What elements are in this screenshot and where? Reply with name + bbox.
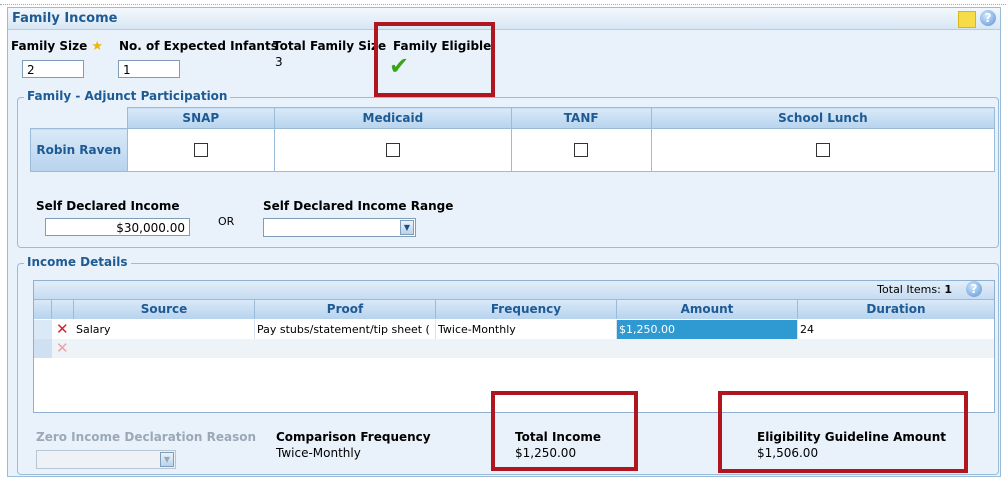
or-text: OR <box>218 215 235 228</box>
delete-new-row-icon[interactable]: ✕ <box>56 341 69 356</box>
total-family-size-value: 3 <box>275 55 283 69</box>
table-row-duration[interactable]: 24 <box>798 320 994 339</box>
help-icon[interactable]: ? <box>980 10 996 26</box>
total-items-value: 1 <box>944 283 952 296</box>
column-source[interactable]: Source <box>74 300 255 319</box>
zero-income-reason-select[interactable]: ▼ <box>36 450 176 469</box>
expected-infants-input[interactable]: 1 <box>118 60 180 78</box>
new-row-selector[interactable] <box>34 339 52 358</box>
family-size-input[interactable]: 2 <box>22 60 84 78</box>
expected-infants-label: No. of Expected Infants <box>119 39 278 53</box>
table-row-source[interactable]: Salary <box>74 320 255 339</box>
column-snap: SNAP <box>126 107 276 129</box>
panel-titlebar: Family Income ? <box>8 8 1000 30</box>
table-row-amount[interactable]: $1,250.00 <box>617 320 798 339</box>
new-row[interactable] <box>52 339 994 358</box>
column-medicaid: Medicaid <box>274 107 512 129</box>
column-tanf: TANF <box>510 107 652 129</box>
medicaid-cell <box>274 128 512 172</box>
top-divider <box>0 0 1006 5</box>
adjunct-table: SNAP Medicaid TANF School Lunch Robin Ra… <box>30 107 996 172</box>
self-declared-income-label: Self Declared Income <box>36 199 180 213</box>
medicaid-checkbox[interactable] <box>385 143 400 158</box>
total-family-size-label: Total Family Size <box>273 39 387 53</box>
self-declared-income-input[interactable]: $30,000.00 <box>45 218 190 236</box>
grid-select-column <box>34 300 52 319</box>
adjunct-corner <box>30 107 127 129</box>
tanf-cell <box>510 128 652 172</box>
table-row-proof[interactable]: Pay stubs/statement/tip sheet ( <box>255 320 436 339</box>
income-range-label: Self Declared Income Range <box>263 199 454 213</box>
highlight-guideline-amount <box>718 391 968 473</box>
tanf-checkbox[interactable] <box>574 143 589 158</box>
comparison-frequency-value: Twice-Monthly <box>276 446 361 460</box>
total-items-label: Total Items: <box>877 283 941 296</box>
chevron-down-icon[interactable]: ▼ <box>160 452 174 467</box>
delete-row-icon[interactable]: ✕ <box>56 322 69 337</box>
snap-checkbox[interactable] <box>193 143 208 158</box>
row-selector[interactable] <box>34 320 52 339</box>
note-icon[interactable] <box>958 11 976 28</box>
income-details-legend: Income Details <box>24 255 131 269</box>
star-icon: ★ <box>91 39 104 54</box>
total-items: Total Items: 1 <box>877 283 952 296</box>
highlight-family-eligible <box>374 22 495 97</box>
chevron-down-icon[interactable]: ▼ <box>400 220 414 235</box>
column-frequency[interactable]: Frequency <box>436 300 617 319</box>
column-amount[interactable]: Amount <box>617 300 798 319</box>
family-size-label-text: Family Size <box>11 39 88 53</box>
table-row-frequency[interactable]: Twice-Monthly <box>436 320 617 339</box>
income-range-select[interactable]: ▼ <box>263 218 416 237</box>
adjunct-participation-group: Family - Adjunct Participation SNAP Medi… <box>17 89 999 248</box>
school-lunch-checkbox[interactable] <box>815 143 830 158</box>
school-lunch-cell <box>650 128 996 172</box>
grid-toolbar: Total Items: 1 ? <box>34 281 994 300</box>
member-name: Robin Raven <box>30 128 128 172</box>
comparison-frequency-label: Comparison Frequency <box>276 430 431 444</box>
snap-cell <box>126 128 276 172</box>
panel-title: Family Income <box>12 11 118 26</box>
column-proof[interactable]: Proof <box>255 300 436 319</box>
grid-action-column <box>52 300 74 319</box>
column-school-lunch: School Lunch <box>650 107 996 129</box>
adjunct-legend: Family - Adjunct Participation <box>24 89 231 103</box>
column-duration[interactable]: Duration <box>798 300 994 319</box>
zero-income-reason-label: Zero Income Declaration Reason <box>36 430 257 444</box>
family-size-label: Family Size ★ <box>11 39 103 54</box>
grid-help-icon[interactable]: ? <box>966 281 982 297</box>
highlight-total-income <box>491 391 638 471</box>
